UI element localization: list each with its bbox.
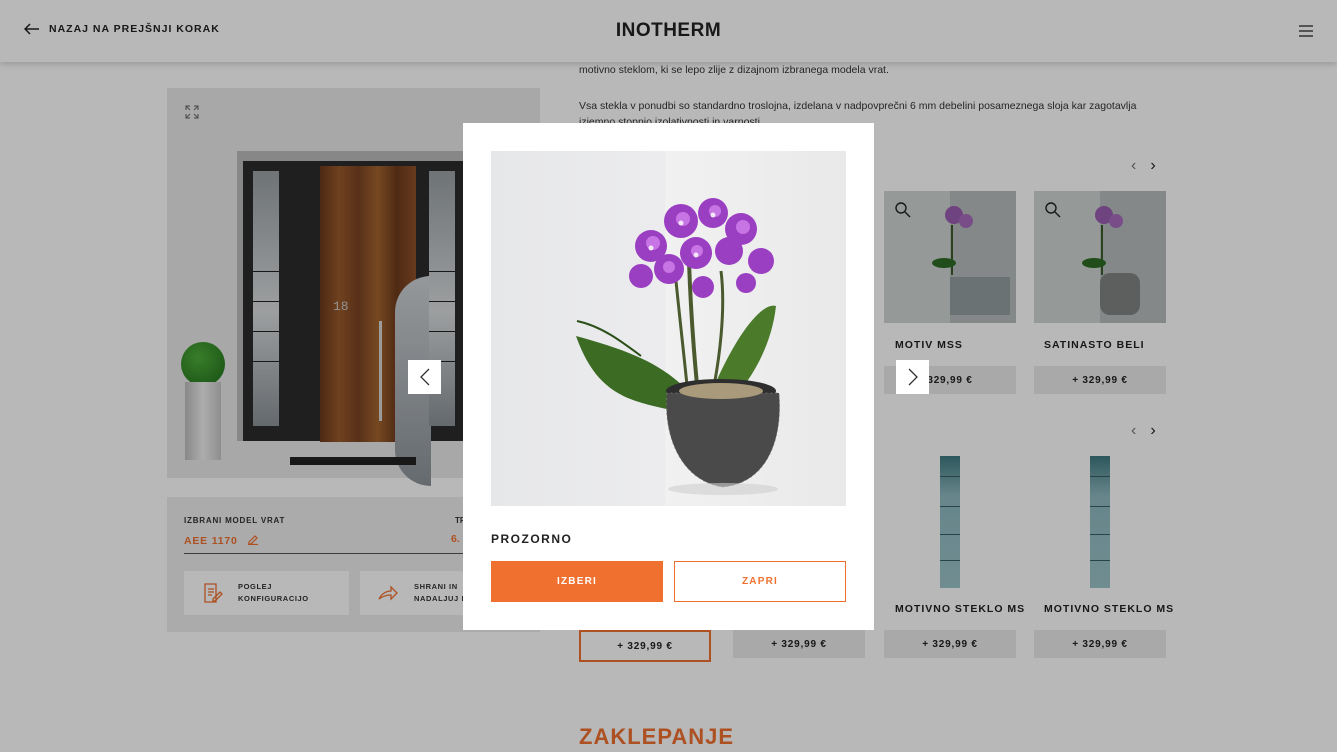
modal-title: PROZORNO [491, 532, 573, 546]
modal-prev-button[interactable] [408, 360, 441, 394]
select-button[interactable]: IZBERI [491, 561, 663, 602]
glass-preview-modal: PROZORNO IZBERI ZAPRI [463, 123, 874, 630]
modal-next-button[interactable] [896, 360, 929, 394]
chevron-left-icon [419, 368, 429, 386]
glass-preview-image [491, 151, 846, 506]
chevron-right-icon [908, 368, 918, 386]
close-button[interactable]: ZAPRI [674, 561, 846, 602]
